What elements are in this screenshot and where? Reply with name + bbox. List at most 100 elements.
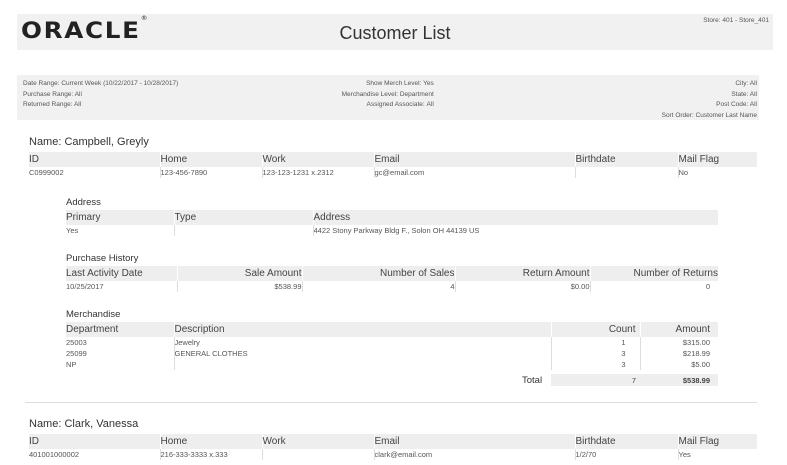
column-header: Return Amount xyxy=(455,266,591,281)
merch-total-label: Total xyxy=(522,375,543,386)
last-activity-date: 10/25/2017 xyxy=(66,281,178,292)
merchandise-title: Merchandise xyxy=(66,309,121,320)
customer-name: Name: Clark, Vanessa xyxy=(29,418,139,430)
table-row: 25099 GENERAL CLOTHES 3 $218.99 xyxy=(66,348,718,359)
customer-email: gc@email.com xyxy=(374,167,576,178)
column-header: Birthdate xyxy=(575,152,679,167)
table-row: 10/25/2017 $538.99 4 $0.00 0 xyxy=(66,281,718,292)
address-primary: Yes xyxy=(66,225,175,236)
table-header-row: ID Home Work Email Birthdate Mail Flag xyxy=(29,434,757,449)
merch-department: 25099 xyxy=(66,348,175,359)
criteria-post-code: Post Code: All xyxy=(716,101,757,109)
number-of-sales: 4 xyxy=(302,281,456,292)
column-header: Last Activity Date xyxy=(66,266,178,281)
column-header: Birthdate xyxy=(575,434,679,449)
merch-amount: $315.00 xyxy=(682,338,710,347)
criteria-middle: Show Merch Level: Yes Merchandise Level:… xyxy=(324,79,434,111)
customer-info-table: ID Home Work Email Birthdate Mail Flag C… xyxy=(29,152,757,178)
column-header: Count xyxy=(551,322,641,337)
number-of-returns: 0 xyxy=(705,282,710,291)
purchase-history-title: Purchase History xyxy=(66,253,139,264)
table-header-row: ID Home Work Email Birthdate Mail Flag xyxy=(29,152,757,167)
merch-total-row: 7 $538.99 xyxy=(551,374,718,386)
criteria-returned-range: Returned Range: All xyxy=(23,101,82,109)
sale-amount: $538.99 xyxy=(177,281,303,292)
customer-work-phone: 123-123-1231 x.2312 xyxy=(262,167,375,178)
table-row: 25003 Jewelry 1 $315.00 xyxy=(66,337,718,348)
customer-email: clark@email.com xyxy=(374,449,576,460)
criteria-show-merch-level: Show Merch Level: Yes xyxy=(366,80,434,87)
column-header: Department xyxy=(66,322,175,337)
table-row: 401001000002 216-333-3333 x.333 clark@em… xyxy=(29,449,757,460)
criteria-left: Date Range: Current Week (10/22/2017 - 1… xyxy=(23,79,178,111)
column-header: Mail Flag xyxy=(678,434,757,449)
customer-birthdate: 1/2/70 xyxy=(575,449,679,460)
criteria-right: City: All State: All Post Code: All Sort… xyxy=(662,79,757,122)
column-header: Number of Sales xyxy=(302,266,456,281)
criteria-merchandise-level: Merchandise Level: Department xyxy=(341,90,434,98)
merch-department: 25003 xyxy=(66,337,175,348)
table-row: C0999002 123-456-7890 123-123-1231 x.231… xyxy=(29,167,757,178)
report-title: Customer List xyxy=(339,23,451,43)
merch-department: NP xyxy=(66,359,175,370)
criteria-date-range: Date Range: Current Week (10/22/2017 - 1… xyxy=(23,80,179,87)
address-type xyxy=(174,225,314,236)
criteria-sort-order: Sort Order: Customer Last Name xyxy=(661,112,757,120)
merch-amount: $218.99 xyxy=(682,349,710,358)
merch-count: 3 xyxy=(551,348,641,359)
criteria-state: State: All xyxy=(731,90,757,98)
customer-name: Name: Campbell, Greyly xyxy=(29,136,149,148)
customer-home-phone: 123-456-7890 xyxy=(160,167,263,178)
customer-id: 401001000002 xyxy=(29,449,161,460)
return-amount: $0.00 xyxy=(455,281,591,292)
column-header: ID xyxy=(29,434,161,449)
column-header: Type xyxy=(174,210,314,225)
column-header: Home xyxy=(160,152,263,167)
table-header-row: Department Description Count Amount xyxy=(66,322,718,337)
column-header: Email xyxy=(374,152,576,167)
column-header: Description xyxy=(174,322,552,337)
report-header: ORACLE® Customer List Store: 401 - Store… xyxy=(17,14,773,50)
column-header: Work xyxy=(262,434,375,449)
report-criteria: Date Range: Current Week (10/22/2017 - 1… xyxy=(17,75,759,120)
merch-description: Jewelry xyxy=(174,337,552,348)
address-table: Primary Type Address Yes 4422 Stony Park… xyxy=(66,210,718,236)
table-row: Yes 4422 Stony Parkway Bldg F., Solon OH… xyxy=(66,225,718,236)
customer-mail-flag: Yes xyxy=(678,450,691,459)
merch-count: 3 xyxy=(551,359,641,370)
criteria-purchase-range: Purchase Range: All xyxy=(23,90,82,98)
merch-description xyxy=(174,359,552,370)
merch-count: 1 xyxy=(551,337,641,348)
customer-divider xyxy=(25,402,757,403)
customer-birthdate xyxy=(575,167,679,178)
column-header: Work xyxy=(262,152,375,167)
customer-home-phone: 216-333-3333 x.333 xyxy=(160,449,263,460)
merchandise-table: Department Description Count Amount 2500… xyxy=(66,322,718,370)
column-header: Sale Amount xyxy=(177,266,303,281)
criteria-assigned-associate: Assigned Associate: All xyxy=(366,101,434,109)
merch-total-amount: $538.99 xyxy=(682,376,710,385)
column-header: Address xyxy=(313,210,718,225)
store-label: Store: 401 - Store_401 xyxy=(703,17,769,24)
customer-work-phone xyxy=(262,449,375,460)
merch-description: GENERAL CLOTHES xyxy=(174,348,552,359)
criteria-city: City: All xyxy=(735,80,757,87)
merch-amount: $5.00 xyxy=(691,360,710,369)
address-section-title: Address xyxy=(66,197,101,208)
table-header-row: Primary Type Address xyxy=(66,210,718,225)
column-header: Home xyxy=(160,434,263,449)
column-header: Number of Returns xyxy=(590,266,718,281)
column-header: Amount xyxy=(640,322,718,337)
column-header: Primary xyxy=(66,210,175,225)
column-header: Mail Flag xyxy=(678,152,757,167)
merch-total-count: 7 xyxy=(631,376,636,385)
customer-info-table: ID Home Work Email Birthdate Mail Flag 4… xyxy=(29,434,757,460)
customer-id: C0999002 xyxy=(29,167,161,178)
customer-mail-flag: No xyxy=(678,168,689,177)
purchase-history-table: Last Activity Date Sale Amount Number of… xyxy=(66,266,718,292)
table-row: NP 3 $5.00 xyxy=(66,359,718,370)
table-header-row: Last Activity Date Sale Amount Number of… xyxy=(66,266,718,281)
address-value: 4422 Stony Parkway Bldg F., Solon OH 441… xyxy=(313,226,480,235)
column-header: Email xyxy=(374,434,576,449)
column-header: ID xyxy=(29,152,161,167)
